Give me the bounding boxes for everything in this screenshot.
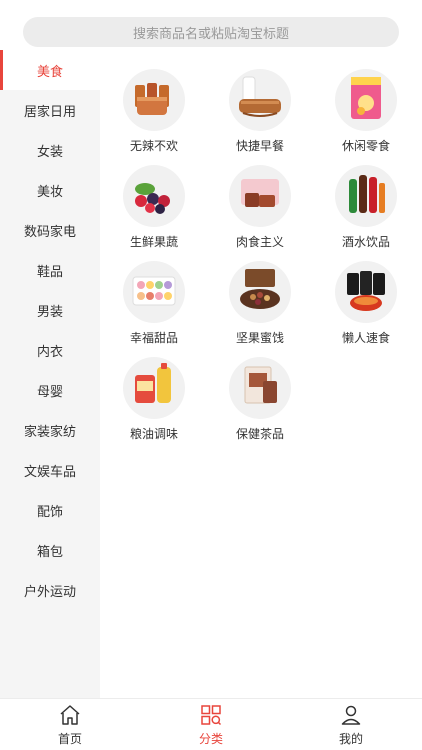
sidebar-item-womens-clothing[interactable]: 女装: [0, 130, 100, 170]
search-bar: 搜索商品名或粘贴淘宝标题: [0, 0, 422, 50]
sidebar-item-underwear[interactable]: 内衣: [0, 330, 100, 370]
category-label: 懒人速食: [341, 331, 390, 345]
sidebar-item-label: 数码家电: [23, 224, 76, 240]
sidebar-item-home-textile[interactable]: 家装家纺: [0, 410, 100, 450]
bottom-tab-bar: 首页 分类 我的: [0, 698, 422, 750]
category-snacks[interactable]: 休闲零食: [321, 69, 411, 159]
category-spicy[interactable]: 无辣不欢: [109, 69, 199, 159]
sidebar-item-mens-clothing[interactable]: 男装: [0, 290, 100, 330]
sidebar-item-label: 箱包: [36, 544, 63, 560]
tab-profile[interactable]: 我的: [311, 699, 391, 750]
sidebar-item-label: 母婴: [36, 384, 63, 400]
category-sidebar: 美食 居家日用 女装 美妆 数码家电 鞋品 男装 内衣 母婴 家装家纺 文娱车品…: [0, 50, 100, 698]
sidebar-item-label: 美食: [36, 64, 63, 80]
rice-oil-icon: [123, 357, 185, 419]
category-label: 幸福甜品: [129, 331, 178, 345]
category-label: 酒水饮品: [341, 235, 390, 249]
sidebar-item-label: 居家日用: [23, 104, 76, 120]
sidebar-item-shoes[interactable]: 鞋品: [0, 250, 100, 290]
instant-noodles-icon: [335, 261, 397, 323]
category-label: 保健茶品: [235, 427, 284, 441]
category-nuts[interactable]: 坚果蜜饯: [215, 261, 305, 351]
category-label: 休闲零食: [341, 139, 390, 153]
sidebar-item-label: 鞋品: [36, 264, 63, 280]
sidebar-item-food[interactable]: 美食: [0, 50, 100, 90]
bottles-icon: [335, 165, 397, 227]
category-grid: 无辣不欢 快捷早餐 休闲零食 生鲜果蔬 肉食主义 酒水饮品 幸福甜品 坚果蜜饯 …: [100, 50, 422, 698]
sidebar-item-label: 文娱车品: [23, 464, 76, 480]
macaron-box-icon: [123, 261, 185, 323]
category-label: 坚果蜜饯: [235, 331, 284, 345]
category-label: 肉食主义: [235, 235, 284, 249]
category-meat[interactable]: 肉食主义: [215, 165, 305, 255]
spicy-meat-icon: [123, 69, 185, 131]
sidebar-item-label: 男装: [36, 304, 63, 320]
sidebar-item-label: 美妆: [36, 184, 63, 200]
sidebar-item-bags[interactable]: 箱包: [0, 530, 100, 570]
sidebar-item-label: 女装: [36, 144, 63, 160]
category-desserts[interactable]: 幸福甜品: [109, 261, 199, 351]
sidebar-item-label: 家装家纺: [23, 424, 76, 440]
tea-box-icon: [229, 357, 291, 419]
category-label: 快捷早餐: [235, 139, 284, 153]
tab-label: 分类: [198, 732, 223, 746]
category-breakfast[interactable]: 快捷早餐: [215, 69, 305, 159]
sidebar-item-electronics[interactable]: 数码家电: [0, 210, 100, 250]
sidebar-item-label: 内衣: [36, 344, 63, 360]
berries-icon: [123, 165, 185, 227]
nuts-tray-icon: [229, 261, 291, 323]
category-fresh-produce[interactable]: 生鲜果蔬: [109, 165, 199, 255]
sidebar-item-label: 户外运动: [23, 584, 76, 600]
category-instant-food[interactable]: 懒人速食: [321, 261, 411, 351]
category-grain-oil[interactable]: 粮油调味: [109, 357, 199, 447]
home-icon: [60, 705, 80, 725]
category-label: 生鲜果蔬: [129, 235, 178, 249]
tab-home[interactable]: 首页: [30, 699, 110, 750]
search-input[interactable]: 搜索商品名或粘贴淘宝标题: [23, 17, 399, 47]
tab-label: 首页: [57, 732, 82, 746]
sidebar-item-baby[interactable]: 母婴: [0, 370, 100, 410]
category-label: 粮油调味: [129, 427, 178, 441]
category-drinks[interactable]: 酒水饮品: [321, 165, 411, 255]
meat-box-icon: [229, 165, 291, 227]
sidebar-item-outdoor[interactable]: 户外运动: [0, 570, 100, 610]
sidebar-item-label: 配饰: [36, 504, 63, 520]
sidebar-item-accessories[interactable]: 配饰: [0, 490, 100, 530]
category-label: 无辣不欢: [129, 139, 178, 153]
sidebar-item-entertainment-auto[interactable]: 文娱车品: [0, 450, 100, 490]
chips-bag-icon: [335, 69, 397, 131]
sidebar-item-household[interactable]: 居家日用: [0, 90, 100, 130]
bread-milk-icon: [229, 69, 291, 131]
search-placeholder: 搜索商品名或粘贴淘宝标题: [132, 26, 289, 42]
category-health-tea[interactable]: 保健茶品: [215, 357, 305, 447]
tab-category[interactable]: 分类: [171, 699, 251, 750]
category-grid-icon: [201, 705, 222, 726]
user-icon: [341, 705, 361, 725]
sidebar-item-beauty[interactable]: 美妆: [0, 170, 100, 210]
tab-label: 我的: [338, 732, 363, 746]
